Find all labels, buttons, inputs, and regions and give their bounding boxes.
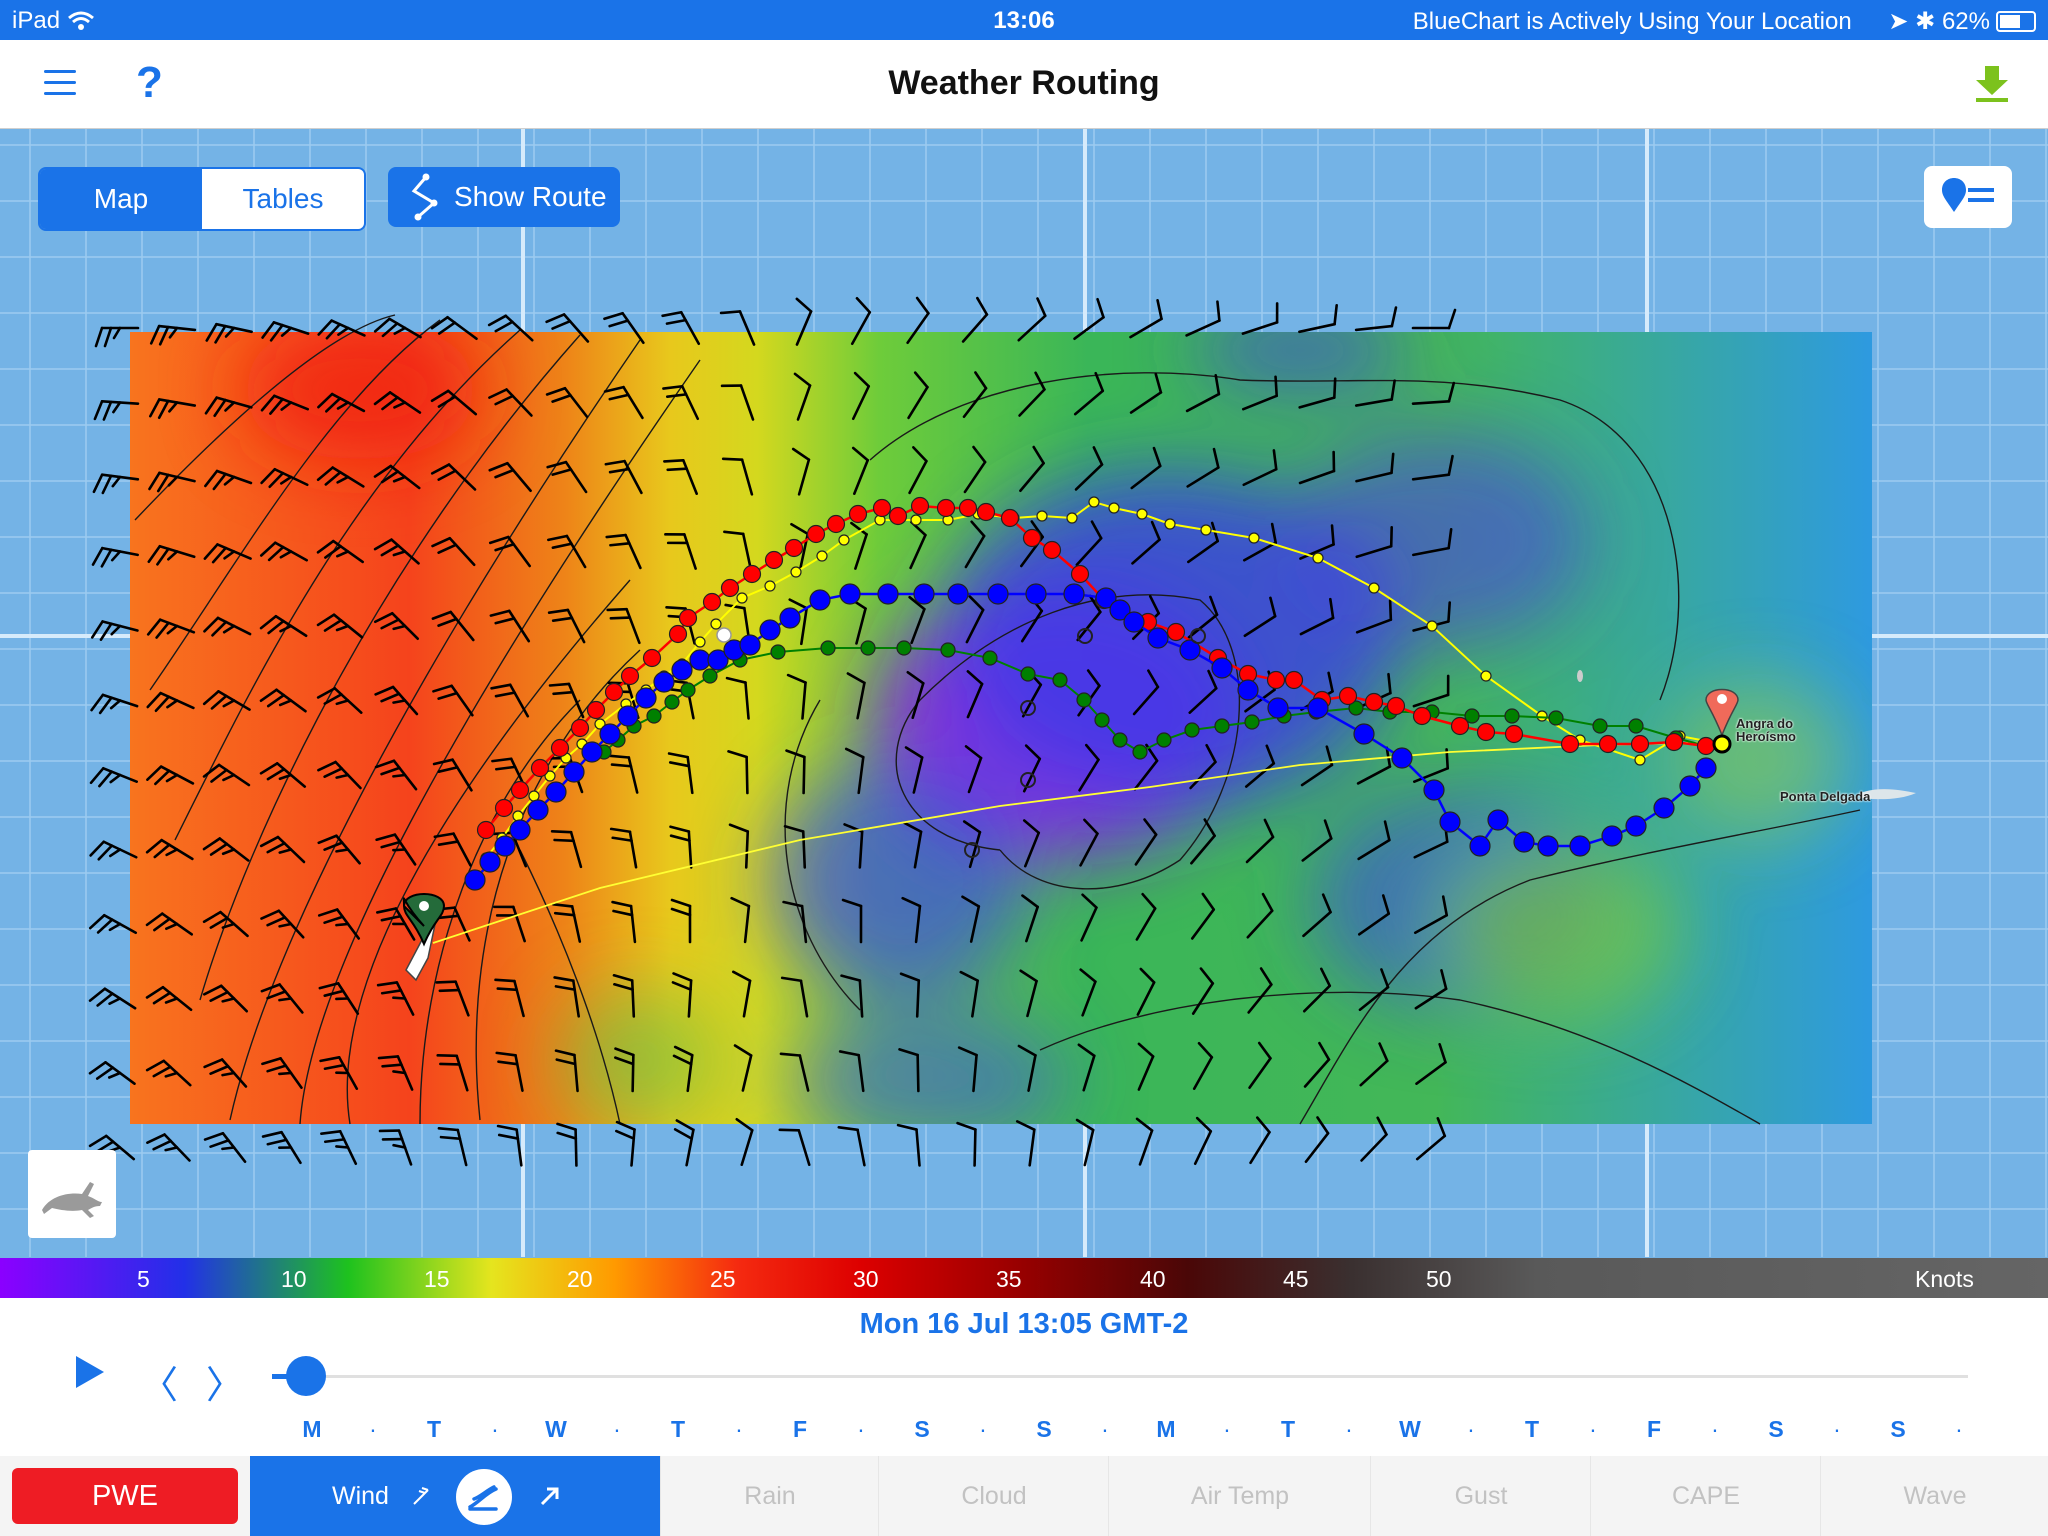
battery-percent: 62%: [1941, 8, 1990, 35]
weather-map[interactable]: Map Tables Show Route Angra do Heroísmo …: [0, 129, 2048, 1257]
legend-value: 35: [996, 1266, 1022, 1292]
legend-value: 20: [567, 1266, 593, 1292]
route-icon: [411, 173, 438, 221]
legend-value: 15: [424, 1266, 450, 1292]
location-text: BlueChart is Actively Using Your Locatio…: [1412, 8, 1852, 35]
tab-wind[interactable]: Wind: [250, 1456, 660, 1536]
legend-value: 30: [853, 1266, 879, 1292]
place-label-angra: Angra do Heroísmo: [1736, 716, 1796, 744]
show-route-button[interactable]: Show Route: [388, 167, 620, 227]
tab-gust[interactable]: Gust: [1370, 1456, 1591, 1536]
map-pin-list-icon[interactable]: [1924, 166, 2012, 228]
tab-air-temp[interactable]: Air Temp: [1108, 1456, 1371, 1536]
day-tick: ·: [1101, 1416, 1109, 1442]
day-tick: ·: [735, 1416, 743, 1442]
play-icon[interactable]: [76, 1356, 104, 1388]
wind-streamline-icon: [468, 1485, 498, 1511]
day-marker[interactable]: F: [793, 1416, 807, 1443]
day-marker[interactable]: W: [1399, 1416, 1421, 1443]
wind-display-toggle[interactable]: [456, 1469, 512, 1525]
day-tick: ·: [1589, 1416, 1597, 1442]
day-marker[interactable]: S: [1768, 1416, 1783, 1443]
place-label-ponta-delgada: Ponta Delgada: [1780, 789, 1871, 804]
rabbit-icon[interactable]: [28, 1150, 116, 1238]
timeline-panel: Mon 16 Jul 13:05 GMT-2 〈 〉 M · T · W · T · F · S · S…: [0, 1298, 2048, 1536]
legend-value: 40: [1140, 1266, 1166, 1292]
legend-value: 5: [137, 1266, 150, 1292]
tab-wave[interactable]: Wave: [1820, 1456, 2048, 1536]
day-marker[interactable]: T: [1525, 1416, 1539, 1443]
show-route-label: Show Route: [454, 181, 607, 212]
day-marker[interactable]: T: [671, 1416, 685, 1443]
day-tick: ·: [857, 1416, 865, 1442]
legend-value: 25: [710, 1266, 736, 1292]
day-tick: ·: [1711, 1416, 1719, 1442]
next-icon[interactable]: 〉: [206, 1354, 244, 1409]
page-title: Weather Routing: [888, 64, 1160, 102]
day-tick: ·: [1833, 1416, 1841, 1442]
day-tick: ·: [1345, 1416, 1353, 1442]
waypoint-marker: [716, 627, 732, 643]
legend-value: 10: [281, 1266, 307, 1292]
legend-value: 50: [1426, 1266, 1452, 1292]
wind-speed-legend: Knots 5 10 15 20 25 30 35 40 45 50: [0, 1258, 2048, 1298]
tab-rain[interactable]: Rain: [660, 1456, 879, 1536]
timeline-slider[interactable]: [272, 1375, 1968, 1378]
tab-cloud[interactable]: Cloud: [878, 1456, 1109, 1536]
download-icon[interactable]: [1970, 64, 2014, 109]
timeline-slider-thumb[interactable]: [285, 1356, 326, 1396]
day-marker[interactable]: F: [1647, 1416, 1661, 1443]
pwe-button[interactable]: PWE: [12, 1468, 238, 1524]
day-tick: ·: [369, 1416, 377, 1442]
battery-icon: [1996, 11, 2036, 32]
tab-wind-label: Wind: [332, 1482, 389, 1510]
wind-speed-field: [130, 332, 1872, 1124]
status-right: BlueChart is Actively Using Your Locatio…: [1413, 7, 2036, 36]
day-tick: ·: [1467, 1416, 1475, 1442]
bluetooth-icon: ✱: [1915, 8, 1936, 35]
day-marker[interactable]: M: [1156, 1416, 1175, 1443]
day-tick: ·: [1223, 1416, 1231, 1442]
timeline-date: Mon 16 Jul 13:05 GMT-2: [859, 1308, 1189, 1340]
day-tick: ·: [613, 1416, 621, 1442]
legend-unit: Knots: [1915, 1266, 1974, 1292]
destination-marker: [1712, 734, 1732, 754]
wind-barb-icon: [413, 1487, 429, 1505]
status-bar: iPad 13:06 BlueChart is Actively Using Y…: [0, 0, 2048, 40]
tables-tab[interactable]: Tables: [202, 169, 364, 229]
day-tick: ·: [1955, 1416, 1963, 1442]
day-marker[interactable]: S: [1036, 1416, 1051, 1443]
day-marker[interactable]: M: [302, 1416, 321, 1443]
previous-icon[interactable]: 〈: [140, 1354, 178, 1409]
view-toggle: Map Tables: [38, 167, 366, 231]
weather-map-canvas[interactable]: [0, 129, 2048, 1257]
day-marker[interactable]: W: [545, 1416, 567, 1443]
map-tab[interactable]: Map: [40, 169, 202, 229]
island: [1577, 670, 1583, 682]
day-marker[interactable]: T: [427, 1416, 441, 1443]
wind-arrow-icon: [540, 1487, 559, 1506]
location-arrow-icon: ➤: [1888, 8, 1909, 35]
day-marker[interactable]: S: [1890, 1416, 1905, 1443]
day-tick: ·: [979, 1416, 987, 1442]
legend-value: 45: [1283, 1266, 1309, 1292]
tab-cape[interactable]: CAPE: [1590, 1456, 1821, 1536]
day-tick: ·: [491, 1416, 499, 1442]
day-markers: M · T · W · T · F · S · S · M · T · W · T · F · S · S ·: [0, 1416, 2048, 1446]
day-marker[interactable]: S: [914, 1416, 929, 1443]
nav-bar: ? Weather Routing: [0, 40, 2048, 129]
day-marker[interactable]: T: [1281, 1416, 1295, 1443]
